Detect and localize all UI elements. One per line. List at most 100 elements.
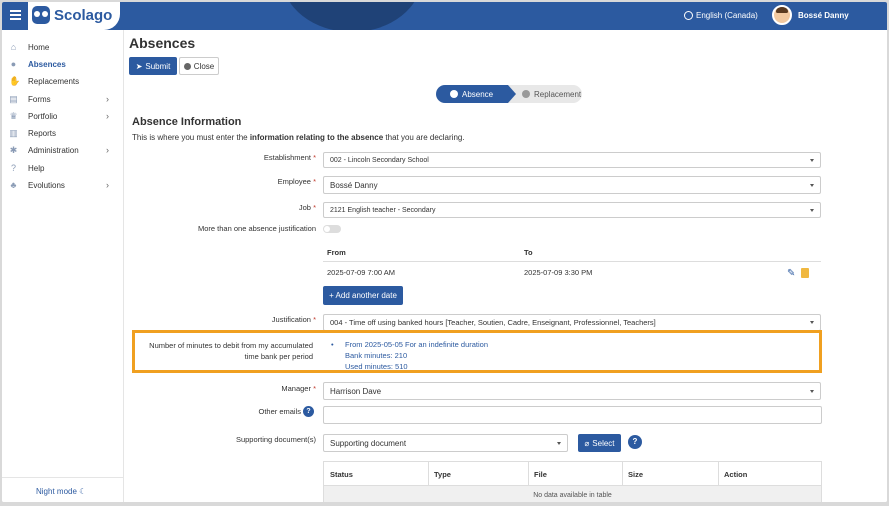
column-size: Size bbox=[628, 470, 644, 479]
sidebar-item-replacements[interactable]: ✋ Replacements bbox=[2, 73, 124, 89]
justification-value: 004 - Time off using banked hours [Teach… bbox=[330, 318, 656, 327]
column-divider bbox=[428, 462, 429, 486]
sidebar-item-forms[interactable]: ▤ Forms › bbox=[2, 91, 124, 107]
home-icon: ⌂ bbox=[10, 41, 17, 52]
user-menu[interactable]: Bossé Danny bbox=[772, 5, 849, 25]
required-marker: * bbox=[313, 203, 316, 212]
bank-minutes: Bank minutes: 210 bbox=[345, 351, 408, 360]
caret-down-icon bbox=[810, 159, 814, 162]
sidebar-item-label: Replacements bbox=[28, 76, 80, 86]
time-bank-panel: Number of minutes to debit from my accum… bbox=[132, 330, 822, 373]
chevron-right-icon: › bbox=[106, 180, 109, 190]
employee-value: Bossé Danny bbox=[330, 180, 378, 190]
form-icon: ▤ bbox=[9, 93, 18, 104]
sidebar-item-label: Help bbox=[28, 163, 45, 173]
required-marker: * bbox=[313, 177, 316, 186]
menu-toggle-icon[interactable] bbox=[10, 10, 21, 20]
night-mode-toggle[interactable]: Night mode ☾ bbox=[36, 487, 86, 496]
chevron-right-icon: › bbox=[106, 145, 109, 155]
establishment-select[interactable]: 002 - Lincoln Secondary School bbox=[323, 152, 821, 168]
sidebar-item-label: Administration bbox=[28, 145, 79, 155]
used-minutes: Used minutes: 510 bbox=[345, 362, 408, 371]
sidebar-item-label: Absences bbox=[28, 59, 66, 69]
help-icon[interactable]: ? bbox=[303, 406, 314, 417]
empty-table-message: No data available in table bbox=[324, 486, 821, 502]
sidebar-item-evolutions[interactable]: ♣ Evolutions › bbox=[2, 177, 124, 193]
justification-label: Justification * bbox=[126, 315, 316, 324]
caret-down-icon bbox=[810, 321, 814, 324]
help-icon[interactable]: ? bbox=[628, 435, 642, 449]
column-divider bbox=[622, 462, 623, 486]
trash-icon[interactable] bbox=[801, 268, 809, 278]
sidebar-item-label: Portfolio bbox=[28, 111, 58, 121]
close-button[interactable]: Close bbox=[179, 57, 219, 75]
employee-select[interactable]: Bossé Danny bbox=[323, 176, 821, 194]
chevron-right-icon: › bbox=[106, 94, 109, 104]
job-select[interactable]: 2121 English teacher - Secondary bbox=[323, 202, 821, 218]
select-file-button[interactable]: ⌀ Select bbox=[578, 434, 621, 452]
label-text: Establishment bbox=[263, 153, 311, 162]
sidebar-item-label: Evolutions bbox=[28, 180, 65, 190]
brand-name: Scolago bbox=[54, 7, 113, 24]
close-label: Close bbox=[193, 61, 215, 71]
sidebar-item-absences[interactable]: ● Absences bbox=[2, 56, 124, 72]
label-text: Justification bbox=[271, 315, 311, 324]
employee-label: Employee * bbox=[126, 177, 316, 186]
establishment-value: 002 - Lincoln Secondary School bbox=[330, 156, 429, 164]
trophy-icon: ♛ bbox=[9, 110, 18, 121]
language-label: English (Canada) bbox=[696, 11, 758, 20]
page-title: Absences bbox=[129, 35, 196, 51]
column-status: Status bbox=[330, 470, 353, 479]
label-text: Employee bbox=[277, 177, 311, 186]
supporting-doc-type-select[interactable]: Supporting document bbox=[323, 434, 568, 452]
add-date-button[interactable]: + Add another date bbox=[323, 286, 403, 305]
column-divider bbox=[528, 462, 529, 486]
column-file: File bbox=[534, 470, 547, 479]
sidebar-item-administration[interactable]: ✱ Administration › bbox=[2, 142, 124, 158]
edit-icon[interactable]: ✎ bbox=[787, 268, 795, 279]
justification-select[interactable]: 004 - Time off using banked hours [Teach… bbox=[323, 314, 821, 331]
other-emails-input[interactable] bbox=[323, 406, 822, 424]
step-label: Replacement bbox=[534, 89, 582, 99]
sidebar-item-portfolio[interactable]: ♛ Portfolio › bbox=[2, 108, 124, 124]
manager-select[interactable]: Harrison Dave bbox=[323, 382, 821, 400]
sidebar-item-reports[interactable]: ▥ Reports bbox=[2, 125, 124, 141]
user-name: Bossé Danny bbox=[798, 10, 849, 20]
bullet-icon: • bbox=[331, 340, 334, 349]
column-action: Action bbox=[724, 470, 748, 479]
logo[interactable]: Scolago bbox=[28, 2, 120, 30]
step-replacement[interactable]: Replacement bbox=[508, 85, 582, 103]
sidebar-item-label: Home bbox=[28, 42, 50, 52]
caret-down-icon bbox=[557, 442, 561, 445]
step-label: Absence bbox=[462, 89, 494, 99]
required-marker: * bbox=[313, 315, 316, 324]
multi-justification-toggle[interactable] bbox=[323, 225, 341, 233]
main-content: Absences ➤ Submit Close Absence Replacem… bbox=[124, 30, 887, 502]
manager-label: Manager * bbox=[126, 384, 316, 393]
sidebar-footer: Night mode ☾ bbox=[2, 477, 124, 502]
sidebar-item-home[interactable]: ⌂ Home bbox=[2, 39, 124, 55]
report-icon: ▥ bbox=[9, 127, 18, 138]
caret-down-icon bbox=[810, 184, 814, 187]
required-marker: * bbox=[313, 153, 316, 162]
submit-button[interactable]: ➤ Submit bbox=[129, 57, 177, 75]
submit-label: Submit bbox=[145, 61, 171, 71]
column-divider bbox=[718, 462, 719, 486]
intro-text-end: that you are declaring. bbox=[383, 133, 465, 142]
date-from: 2025-07-09 7:00 AM bbox=[327, 268, 395, 277]
sidebar: ⌂ Home ● Absences ✋ Replacements ▤ Forms… bbox=[2, 30, 124, 502]
sidebar-item-help[interactable]: ? Help bbox=[2, 160, 124, 176]
other-emails-label: Other emails bbox=[258, 407, 301, 416]
time-bank-label: Number of minutes to debit from my accum… bbox=[149, 341, 313, 361]
job-value: 2121 English teacher - Secondary bbox=[330, 206, 436, 214]
step-absence[interactable]: Absence bbox=[436, 85, 516, 103]
intro-text-start: This is where you must enter the bbox=[132, 133, 250, 142]
header-decoration bbox=[282, 2, 422, 30]
intro-text: This is where you must enter the informa… bbox=[132, 133, 465, 142]
wizard-steps: Absence Replacement bbox=[436, 85, 582, 103]
supporting-docs-table: Status Type File Size Action No data ava… bbox=[323, 461, 822, 502]
required-marker: * bbox=[313, 384, 316, 393]
language-selector[interactable]: English (Canada) bbox=[684, 11, 758, 20]
select-file-label: Select bbox=[592, 438, 615, 448]
label-text: Manager bbox=[281, 384, 311, 393]
